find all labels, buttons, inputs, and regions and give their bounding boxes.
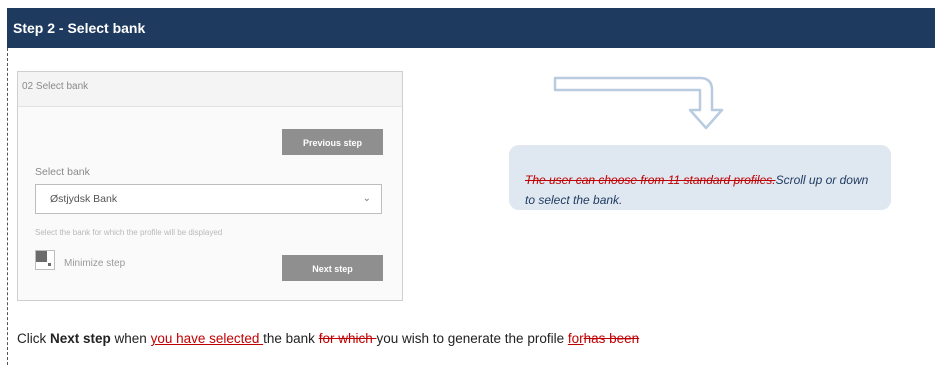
dashed-border: [7, 48, 8, 365]
curved-arrow-icon: [553, 76, 724, 130]
instruction-part: Click: [17, 331, 50, 346]
select-bank-label: Select bank: [35, 166, 90, 178]
section-title: Step 2 - Select bank: [13, 20, 146, 36]
panel-title: 02 Select bank: [18, 72, 402, 107]
minimize-icon[interactable]: [35, 250, 55, 270]
helper-text: Select the bank for which the profile wi…: [35, 228, 223, 237]
section-header: Step 2 - Select bank: [7, 8, 935, 48]
select-bank-panel: 02 Select bank Previous step Select bank…: [17, 71, 403, 301]
minimize-step-label[interactable]: Minimize step: [64, 258, 125, 269]
instruction-inserted: for: [567, 331, 584, 346]
instruction-deleted: for which: [318, 331, 377, 346]
previous-step-button[interactable]: Previous step: [282, 129, 383, 155]
instruction-bold: Next step: [50, 331, 111, 346]
instruction-text: Click Next step when you have selected t…: [17, 331, 639, 346]
bank-select[interactable]: Østjydsk Bank ⌄: [35, 184, 382, 214]
instruction-part: the bank: [263, 331, 319, 346]
instruction-part: you wish to generate the profile: [376, 331, 568, 346]
instruction-inserted: you have selected: [150, 331, 264, 346]
instruction-part: when: [110, 331, 151, 346]
instruction-deleted: has been: [583, 331, 640, 346]
selected-bank-value: Østjydsk Bank: [50, 193, 118, 205]
chevron-down-icon: ⌄: [362, 193, 371, 204]
callout-deleted-text: The user can choose from 11 standard pro…: [525, 173, 776, 187]
instruction-callout: The user can choose from 11 standard pro…: [509, 145, 891, 210]
next-step-button[interactable]: Next step: [282, 255, 383, 281]
